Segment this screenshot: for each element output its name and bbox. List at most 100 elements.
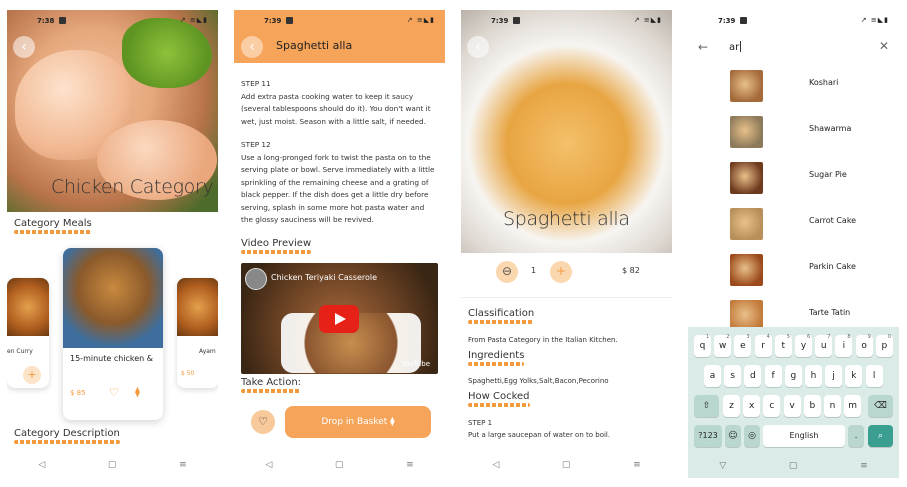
section-heading-action: Take Action: xyxy=(241,377,302,393)
key-hint: 6 xyxy=(807,334,811,340)
section-heading-meals: Category Meals xyxy=(14,218,92,234)
quantity-stepper: ⊖ 1 + $ 82 xyxy=(461,261,672,283)
wavy-underline xyxy=(468,320,535,324)
nav-home-icon[interactable]: ▢ xyxy=(335,460,344,470)
nav-recents-icon[interactable]: ≡ xyxy=(633,460,641,470)
chevron-left-icon: ‹ xyxy=(249,39,255,55)
status-bar: 7:39 ↗ ≡◣▮ xyxy=(461,10,672,32)
key-s[interactable]: s xyxy=(724,365,742,387)
search-bar: ← ar ✕ xyxy=(688,36,899,60)
screen-chicken-category: 7:38 ↗ ≡◣▮ ‹ Chicken Category Category M… xyxy=(7,10,218,478)
globe-key[interactable]: ◎ xyxy=(744,425,760,447)
key-j[interactable]: j xyxy=(825,365,843,387)
key-hint: 2 xyxy=(726,334,730,340)
meal-thumbnail xyxy=(730,254,763,286)
nav-back-icon[interactable]: ◁ xyxy=(492,460,499,470)
wavy-underline xyxy=(468,362,525,366)
category-title: Chicken Category xyxy=(51,176,214,198)
nav-hide-keyboard-icon[interactable]: ▽ xyxy=(719,461,726,471)
back-button[interactable]: ‹ xyxy=(467,36,489,58)
meal-card-left[interactable]: en Curry + xyxy=(7,278,49,388)
key-d[interactable]: d xyxy=(744,365,762,387)
key-l[interactable]: l xyxy=(865,365,883,387)
status-bar: 7:39 ↗ ≡◣▮ xyxy=(688,10,899,32)
backspace-key[interactable]: ⌫ xyxy=(868,395,893,417)
meal-thumbnail xyxy=(730,70,763,102)
increase-button[interactable]: + xyxy=(550,261,572,283)
back-button[interactable]: ‹ xyxy=(13,36,35,58)
favorite-button[interactable]: ♡ xyxy=(251,410,275,434)
status-bar: 7:39 ↗ ≡◣▮ xyxy=(234,10,445,32)
search-input[interactable]: ar xyxy=(729,41,741,53)
search-result-item[interactable]: Shawarma xyxy=(688,112,899,152)
youtube-logo: YouTube xyxy=(401,360,430,368)
add-button[interactable]: + xyxy=(23,366,41,384)
search-result-item[interactable]: Koshari xyxy=(688,66,899,106)
nav-back-icon[interactable]: ◁ xyxy=(38,460,45,470)
nav-recents-icon[interactable]: ≡ xyxy=(406,460,414,470)
meal-image xyxy=(7,278,49,336)
meal-card-right[interactable]: Ayam $ 50 xyxy=(177,278,218,388)
search-result-item[interactable]: Sugar Pie xyxy=(688,158,899,198)
key-z[interactable]: z xyxy=(723,395,740,417)
period-key[interactable]: . xyxy=(848,425,864,447)
space-key[interactable]: English xyxy=(763,425,845,447)
step-text: Use a long-pronged fork to twist the pas… xyxy=(241,152,435,225)
key-f[interactable]: f xyxy=(764,365,782,387)
key-n[interactable]: n xyxy=(824,395,841,417)
drop-in-basket-button[interactable]: Drop in Basket ⧫ xyxy=(285,406,431,438)
meal-name: Ayam xyxy=(199,348,216,355)
nav-back-icon[interactable]: ◁ xyxy=(265,460,272,470)
meal-name: 15-minute chicken & xyxy=(70,354,154,363)
chevron-left-icon: ‹ xyxy=(475,39,481,55)
video-player[interactable]: Chicken Teriyaki Casserole YouTube xyxy=(241,263,438,374)
key-m[interactable]: m xyxy=(844,395,862,417)
step-title: STEP 11 xyxy=(241,79,271,88)
emoji-key[interactable]: ☺ xyxy=(725,425,741,447)
meal-name: Carrot Cake xyxy=(809,216,857,225)
system-nav-bar: ◁ ▢ ≡ xyxy=(234,452,445,478)
key-v[interactable]: v xyxy=(783,395,801,417)
section-heading-text: Classification xyxy=(468,308,535,319)
meal-name: Sugar Pie xyxy=(809,170,847,179)
key-a[interactable]: a xyxy=(704,365,721,387)
play-icon[interactable] xyxy=(319,305,359,333)
key-hint: 3 xyxy=(746,334,750,340)
close-icon[interactable]: ✕ xyxy=(879,39,889,53)
key-h[interactable]: h xyxy=(805,365,822,387)
symbols-key[interactable]: ?123 xyxy=(694,425,722,447)
key-x[interactable]: x xyxy=(743,395,761,417)
notification-icon xyxy=(59,17,66,24)
meal-thumbnail xyxy=(730,162,763,194)
back-button[interactable]: ‹ xyxy=(241,36,263,58)
section-heading-ingredients: Ingredients xyxy=(468,350,525,366)
notification-icon xyxy=(286,17,293,24)
key-b[interactable]: b xyxy=(803,395,821,417)
page-title: Spaghetti alla xyxy=(276,39,353,52)
search-key[interactable]: ⌕ xyxy=(868,425,893,447)
heart-icon[interactable]: ♡ xyxy=(109,386,119,399)
status-time: 7:38 xyxy=(37,17,55,25)
nav-recents-icon[interactable]: ≡ xyxy=(179,460,187,470)
nav-home-icon[interactable]: ▢ xyxy=(108,460,117,470)
meal-thumbnail xyxy=(730,208,763,240)
meal-card-main[interactable]: 15-minute chicken & $ 85 ♡ ⧫ xyxy=(63,248,163,420)
key-g[interactable]: g xyxy=(784,365,802,387)
basket-icon[interactable]: ⧫ xyxy=(135,387,140,398)
arrow-left-icon[interactable]: ← xyxy=(698,40,708,54)
key-hint: 7 xyxy=(827,334,831,340)
key-c[interactable]: c xyxy=(763,395,781,417)
decrease-button[interactable]: ⊖ xyxy=(496,261,518,283)
status-time: 7:39 xyxy=(264,17,282,25)
section-heading-how-cooked: How Cocked xyxy=(468,391,530,407)
search-result-item[interactable]: Parkin Cake xyxy=(688,250,899,290)
nav-recents-icon[interactable]: ≡ xyxy=(860,461,868,471)
section-heading-description: Category Description xyxy=(14,428,120,444)
shift-key[interactable]: ⇧ xyxy=(694,395,719,417)
search-result-item[interactable]: Carrot Cake xyxy=(688,204,899,244)
nav-home-icon[interactable]: ▢ xyxy=(789,461,798,471)
meal-name: Shawarma xyxy=(809,124,852,133)
nav-home-icon[interactable]: ▢ xyxy=(562,460,571,470)
meal-image xyxy=(63,248,163,348)
key-k[interactable]: k xyxy=(845,365,863,387)
